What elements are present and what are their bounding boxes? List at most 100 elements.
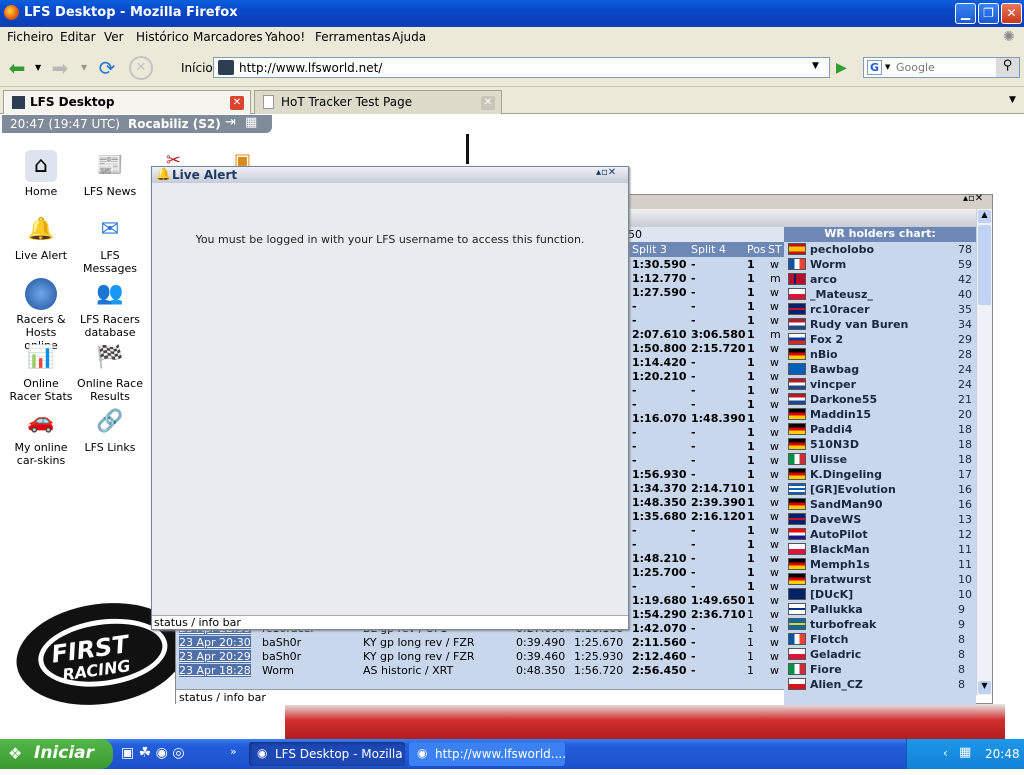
wr-holder-row[interactable]: vincper 24 [784, 377, 976, 392]
wr-holder-name[interactable]: Fiore [810, 663, 842, 676]
live-alert-titlebar[interactable]: 🔔 Live Alert ▴▫✕ [152, 167, 628, 183]
wr-holder-row[interactable]: Alien_CZ 8 [784, 677, 976, 692]
search-icon[interactable]: ⚲ [996, 58, 1019, 77]
wr-holder-name[interactable]: Maddin15 [810, 408, 871, 421]
wr-holder-row[interactable]: Rudy van Buren 34 [784, 317, 976, 332]
tab-lfs-desktop[interactable]: LFS Desktop ✕ [3, 90, 251, 114]
wr-holder-name[interactable]: AutoPilot [810, 528, 868, 541]
wr-holder-name[interactable]: Darkone55 [810, 393, 877, 406]
wr-holder-name[interactable]: nBio [810, 348, 838, 361]
menu-yahoo[interactable]: Yahoo! [265, 30, 305, 44]
tray-expand-icon[interactable]: ‹ [943, 746, 948, 760]
wr-holder-row[interactable]: Ulisse 18 [784, 452, 976, 467]
desktop-icon-news[interactable]: 📰 LFS News [77, 150, 143, 198]
window-titlebar[interactable]: LFS Desktop - Mozilla Firefox ▁ ❐ ✕ [0, 0, 1024, 27]
wr-holder-name[interactable]: _Mateusz_ [810, 288, 873, 301]
quicklaunch-icons[interactable]: ▣ ☘ ◉ ◎ [121, 745, 185, 761]
minimize-button[interactable]: ▁ [955, 3, 976, 24]
wr-holder-row[interactable]: Geladric 8 [784, 647, 976, 662]
back-arrow-icon[interactable]: ⬅ [5, 56, 29, 80]
engine-dropdown-icon[interactable]: ▼ [885, 63, 890, 71]
wr-holder-name[interactable]: vincper [810, 378, 856, 391]
wr-holder-row[interactable]: Pallukka 9 [784, 602, 976, 617]
wr-holder-row[interactable]: pecholobo 78 [784, 242, 976, 257]
wr-holder-name[interactable]: Bawbag [810, 363, 859, 376]
restore-button[interactable]: ❐ [978, 3, 999, 24]
desktop-icon-racer-stats[interactable]: 📊 Online Racer Stats [8, 342, 74, 403]
wr-holder-row[interactable]: Worm 59 [784, 257, 976, 272]
search-input[interactable] [896, 60, 994, 75]
table-row[interactable]: 23 Apr 20:29 baSh0r KY gp long rev / FZR 0:… [176, 649, 784, 664]
wr-holder-row[interactable]: [DUcK] 10 [784, 587, 976, 602]
wr-holder-name[interactable]: BlackMan [810, 543, 870, 556]
desktop-icon-home[interactable]: ⌂ Home [8, 150, 74, 198]
menu-historico[interactable]: Histórico [136, 30, 189, 44]
wr-holder-row[interactable]: Fox 2 29 [784, 332, 976, 347]
start-button[interactable]: ❖ Iniciar [0, 739, 113, 769]
stop-icon[interactable]: ✕ [129, 56, 153, 80]
desktop-icon-links[interactable]: 🔗 LFS Links [77, 406, 143, 454]
forward-arrow-icon[interactable]: ➡ [48, 56, 72, 80]
desktop-icon-racers-database[interactable]: 👥 LFS Racers database [77, 278, 143, 339]
menu-editar[interactable]: Editar [60, 30, 96, 44]
wr-holder-row[interactable]: [GR]Evolution 16 [784, 482, 976, 497]
wr-holder-row[interactable]: Flotch 8 [784, 632, 976, 647]
go-arrow-icon[interactable]: ▶ [836, 60, 847, 76]
wr-holder-row[interactable]: bratwurst 10 [784, 572, 976, 587]
col-split4[interactable]: Split 4 [691, 243, 726, 256]
url-history-dropdown-icon[interactable]: ▼ [812, 61, 819, 71]
tab-close-icon[interactable]: ✕ [481, 96, 495, 110]
wr-holder-row[interactable]: Paddi4 18 [784, 422, 976, 437]
menu-ferramentas[interactable]: Ferramentas [315, 30, 391, 44]
reload-icon[interactable]: ⟳ [95, 56, 119, 80]
wr-holder-name[interactable]: [DUcK] [810, 588, 853, 601]
wr-holder-name[interactable]: [GR]Evolution [810, 483, 896, 496]
task-lfs-desktop[interactable]: ◉ LFS Desktop - Mozilla ... [249, 742, 405, 775]
grid-icon[interactable]: ▦ [245, 115, 257, 130]
cell-date[interactable]: 23 Apr 20:30 [179, 636, 251, 649]
wr-holder-name[interactable]: Flotch [810, 633, 848, 646]
wr-holder-name[interactable]: Rudy van Buren [810, 318, 908, 331]
col-st[interactable]: ST [768, 243, 782, 256]
wr-holder-row[interactable]: arco 42 [784, 272, 976, 287]
wr-holder-row[interactable]: Memph1s 11 [784, 557, 976, 572]
search-field[interactable]: G ▼ ⚲ [863, 57, 1020, 78]
menu-ficheiro[interactable]: Ficheiro [7, 30, 53, 44]
back-dropdown-icon[interactable]: ▼ [35, 63, 41, 72]
scroll-up-icon[interactable]: ▲ [978, 210, 991, 223]
wr-holder-name[interactable]: K.Dingeling [810, 468, 882, 481]
wr-holder-name[interactable]: Worm [810, 258, 846, 271]
desktop-icon-live-alert[interactable]: 🔔 Live Alert [8, 214, 74, 262]
table-row[interactable]: 23 Apr 18:28 Worm AS historic / XRT 0:48.35… [176, 663, 784, 678]
wr-holder-name[interactable]: SandMan90 [810, 498, 883, 511]
scroll-down-icon[interactable]: ▼ [978, 681, 991, 694]
cell-date[interactable]: 23 Apr 18:28 [179, 664, 251, 677]
scroll-thumb[interactable] [978, 225, 991, 305]
tab-hot-tracker[interactable]: HoT Tracker Test Page ✕ [254, 90, 502, 114]
wr-holder-name[interactable]: Memph1s [810, 558, 870, 571]
wr-holder-name[interactable]: DaveWS [810, 513, 861, 526]
wr-holder-name[interactable]: Paddi4 [810, 423, 852, 436]
wr-holder-row[interactable]: nBio 28 [784, 347, 976, 362]
wr-holder-name[interactable]: bratwurst [810, 573, 871, 586]
wr-holder-name[interactable]: arco [810, 273, 837, 286]
desktop-icon-race-results[interactable]: 🏁 Online Race Results [77, 342, 143, 403]
wr-holder-name[interactable]: Geladric [810, 648, 861, 661]
col-split3[interactable]: Split 3 [632, 243, 667, 256]
menu-ver[interactable]: Ver [104, 30, 124, 44]
clock[interactable]: 20:48 [985, 747, 1020, 761]
wr-holder-row[interactable]: 510N3D 18 [784, 437, 976, 452]
wr-holder-name[interactable]: Alien_CZ [810, 678, 863, 691]
desktop-icon-racers-online[interactable]: Racers & Hosts online [8, 278, 74, 352]
wr-holder-name[interactable]: Fox 2 [810, 333, 843, 346]
wr-holder-name[interactable]: Pallukka [810, 603, 863, 616]
logout-icon[interactable]: ⇥ [225, 115, 236, 130]
wr-holder-row[interactable]: Darkone55 21 [784, 392, 976, 407]
menu-ajuda[interactable]: Ajuda [392, 30, 426, 44]
wr-holder-row[interactable]: Bawbag 24 [784, 362, 976, 377]
results-scrollbar[interactable]: ▲ ▼ [976, 209, 992, 695]
quicklaunch-overflow-icon[interactable]: » [230, 745, 237, 758]
wr-holder-row[interactable]: DaveWS 13 [784, 512, 976, 527]
home-link[interactable]: Início [181, 61, 213, 75]
wr-holder-name[interactable]: pecholobo [810, 243, 874, 256]
